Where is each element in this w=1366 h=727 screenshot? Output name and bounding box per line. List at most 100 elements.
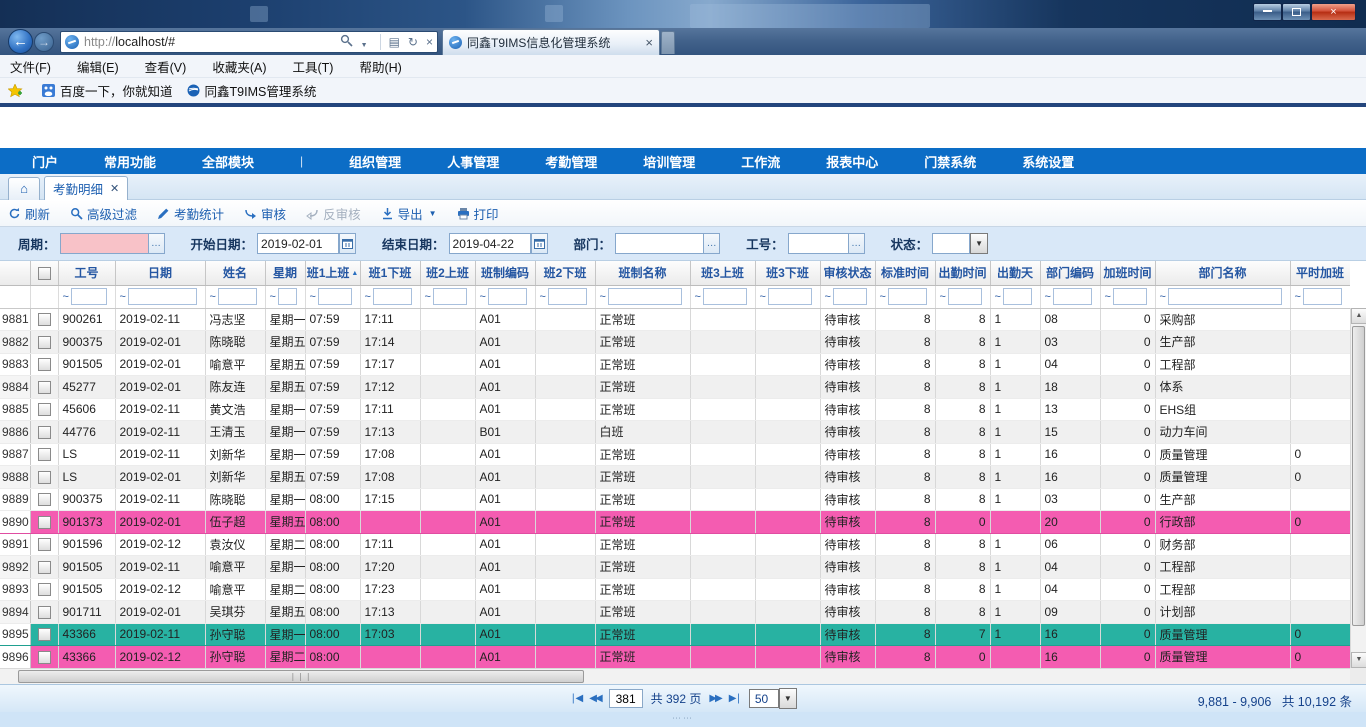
row-checkbox-cell[interactable] [30,511,58,534]
column-header-overtime[interactable]: 加班时间 [1100,261,1155,285]
table-row[interactable]: 98819002612019-02-11冯志坚星期一07:5917:11A01正… [0,308,1350,331]
row-checkbox-cell[interactable] [30,556,58,579]
column-filter-input[interactable] [948,288,982,305]
column-filter-input[interactable] [833,288,867,305]
row-checkbox-cell[interactable] [30,398,58,421]
column-filter-input[interactable] [128,288,197,305]
select-all-checkbox[interactable] [38,267,51,280]
page-size-select[interactable]: 50 ▼ [749,688,797,709]
row-checkbox[interactable] [38,336,51,349]
nav-item-0[interactable]: 门户 [32,152,58,171]
calendar-icon[interactable] [531,233,548,254]
table-row[interactable]: 98919015962019-02-12袁汝仪星期二08:0017:11A01正… [0,533,1350,556]
row-checkbox[interactable] [38,313,51,326]
vertical-scroll-thumb[interactable] [1352,326,1365,626]
row-checkbox[interactable] [38,538,51,551]
column-header-date[interactable]: 日期 [115,261,205,285]
attendance-stats-button[interactable]: 考勤统计 [157,204,224,223]
scroll-down-icon[interactable]: ▼ [1351,652,1366,668]
column-filter-input[interactable] [218,288,257,305]
period-input[interactable] [60,233,148,254]
row-checkbox[interactable] [38,583,51,596]
menu-item[interactable]: 帮助(H) [359,57,401,76]
column-filter-input[interactable] [373,288,412,305]
table-row[interactable]: 98909013732019-02-01伍子超星期五08:00A01正常班待审核… [0,511,1350,534]
column-header-week[interactable]: 星期 [265,261,305,285]
dept-input[interactable] [615,233,703,254]
column-header-stdtime[interactable]: 标准时间 [875,261,935,285]
row-checkbox[interactable] [38,471,51,484]
row-checkbox-cell[interactable] [30,533,58,556]
advanced-filter-button[interactable]: 高级过滤 [70,204,137,223]
row-checkbox-cell[interactable] [30,308,58,331]
back-button[interactable]: ← [8,29,33,54]
column-header-check[interactable] [30,261,58,285]
nav-item-8[interactable]: 报表中心 [826,152,878,171]
scroll-up-icon[interactable]: ▲ [1351,308,1366,324]
row-checkbox[interactable] [38,403,51,416]
row-checkbox[interactable] [38,381,51,394]
menu-item[interactable]: 文件(F) [10,57,51,76]
table-row[interactable]: 9896433662019-02-12孙守聪星期二08:00A01正常班待审核8… [0,646,1350,669]
search-dropdown-icon[interactable]: ▼ [340,34,371,50]
tab-attendance-detail[interactable]: 考勤明细 ✕ [44,176,128,200]
nav-item-10[interactable]: 系统设置 [1022,152,1074,171]
menu-item[interactable]: 工具(T) [292,57,333,76]
row-checkbox-cell[interactable] [30,421,58,444]
row-checkbox[interactable] [38,628,51,641]
column-header-shift1out[interactable]: 班1下班 [360,261,420,285]
row-checkbox[interactable] [38,426,51,439]
stop-icon[interactable]: × [426,35,433,49]
column-header-name[interactable]: 姓名 [205,261,265,285]
favorite-link-tongxin[interactable]: 同鑫T9IMS管理系统 [187,81,317,100]
nav-item-4[interactable]: 人事管理 [447,152,499,171]
column-header-workday[interactable]: 出勤天 [990,261,1040,285]
page-number-input[interactable] [609,689,643,708]
row-checkbox[interactable] [38,561,51,574]
refresh-button[interactable]: 刷新 [8,204,50,223]
column-header-shiftcode[interactable]: 班制编码 [475,261,535,285]
column-filter-input[interactable] [71,288,107,305]
empno-input[interactable] [788,233,848,254]
export-button[interactable]: 导出▼ [381,204,437,223]
row-checkbox-cell[interactable] [30,488,58,511]
row-checkbox[interactable] [38,516,51,529]
column-header-auditstate[interactable]: 审核状态 [820,261,875,285]
row-checkbox-cell[interactable] [30,443,58,466]
row-checkbox-cell[interactable] [30,578,58,601]
table-row[interactable]: 9887LS2019-02-11刘新华星期一07:5917:08A01正常班待审… [0,443,1350,466]
prev-page-icon[interactable]: ◀◀ [589,693,600,704]
start-date-input[interactable] [257,233,339,254]
column-header-shiftname[interactable]: 班制名称 [595,261,690,285]
nav-item-7[interactable]: 工作流 [741,152,780,171]
maximize-button[interactable] [1282,3,1311,21]
end-date-input[interactable] [449,233,531,254]
menu-item[interactable]: 编辑(E) [77,57,119,76]
column-header-shift3out[interactable]: 班3下班 [755,261,820,285]
table-row[interactable]: 98939015052019-02-12喻意平星期二08:0017:23A01正… [0,578,1350,601]
add-favorite-button[interactable] [8,84,28,98]
table-row[interactable]: 98829003752019-02-01陈晓聪星期五07:5917:14A01正… [0,331,1350,354]
home-tab[interactable]: ⌂ [8,177,40,200]
table-row[interactable]: 9885456062019-02-11黄文浩星期一07:5917:11A01正常… [0,398,1350,421]
nav-item-3[interactable]: 组织管理 [349,152,401,171]
column-filter-input[interactable] [1168,288,1282,305]
column-header-empno[interactable]: 工号 [58,261,115,285]
row-checkbox-cell[interactable] [30,623,58,646]
vertical-scrollbar[interactable]: ▲ ▼ [1350,308,1366,668]
nav-item-6[interactable]: 培训管理 [643,152,695,171]
column-header-shift2in[interactable]: 班2上班 [420,261,475,285]
nav-item-5[interactable]: 考勤管理 [545,152,597,171]
next-page-icon[interactable]: ▶▶ [709,693,720,704]
close-button[interactable]: × [1311,3,1356,21]
row-checkbox-cell[interactable] [30,353,58,376]
dept-picker-button[interactable]: … [703,233,720,254]
column-header-weekot[interactable]: 平时加班 [1290,261,1350,285]
row-checkbox-cell[interactable] [30,331,58,354]
table-row[interactable]: 9888LS2019-02-01刘新华星期五07:5917:08A01正常班待审… [0,466,1350,489]
row-checkbox-cell[interactable] [30,646,58,669]
favorite-link-baidu[interactable]: 百度一下，你就知道 [42,81,173,100]
column-filter-input[interactable] [1003,288,1032,305]
status-dropdown-icon[interactable]: ▼ [970,233,988,254]
column-filter-input[interactable] [608,288,682,305]
